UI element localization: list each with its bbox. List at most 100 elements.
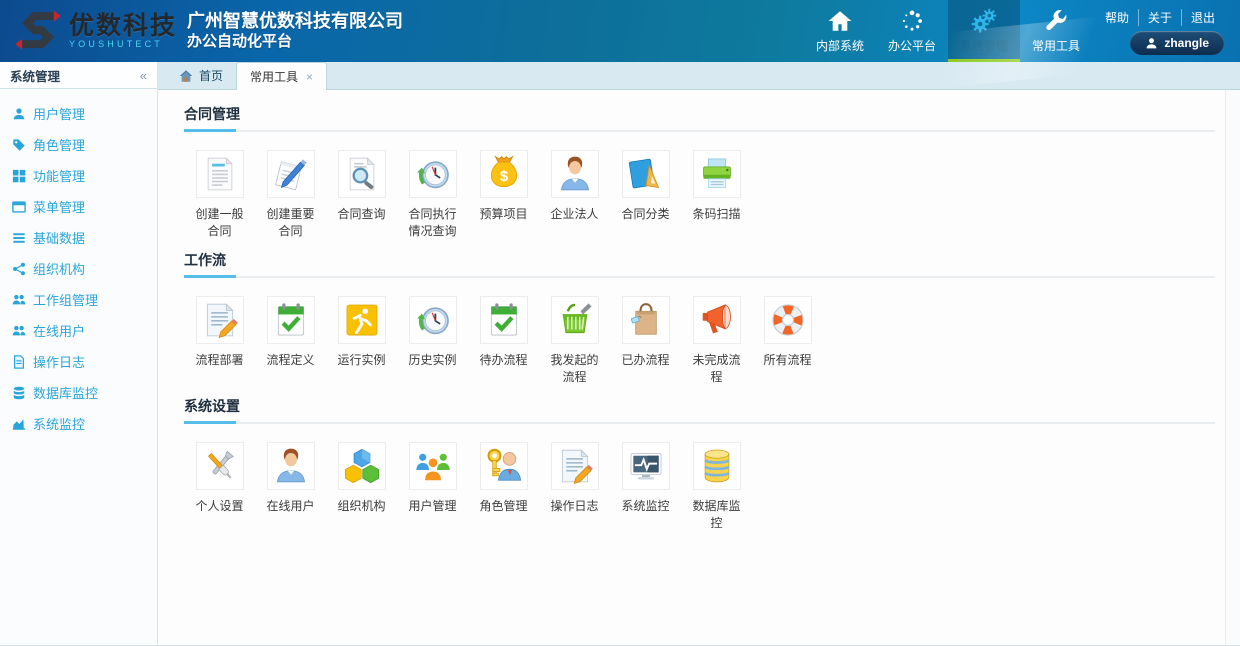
paper-bag-icon (622, 296, 670, 344)
document-icon (196, 150, 244, 198)
tile-label: 预算项目 (475, 206, 533, 240)
sidebar-item-label: 用户管理 (33, 104, 85, 123)
sidebar: 系统管理 « 用户管理角色管理功能管理菜单管理基础数据组织机构工作组管理在线用户… (0, 62, 158, 645)
dots-circle-icon (899, 8, 925, 34)
sidebar-item-organization[interactable]: 组织机构 (0, 253, 157, 284)
tab-home[interactable]: 首页 (166, 62, 236, 89)
tile-unfinished-process[interactable]: 未完成流程 (681, 296, 752, 386)
tile-history-instance[interactable]: 历史实例 (397, 296, 468, 386)
tile-label: 未完成流程 (688, 352, 746, 386)
section-title: 合同管理 (184, 104, 240, 130)
sidebar-item-label: 在线用户 (33, 321, 85, 340)
tile-my-initiated-process[interactable]: 我发起的流程 (539, 296, 610, 386)
tile-running-instance[interactable]: 运行实例 (326, 296, 397, 386)
money-bag-icon: $ (480, 150, 528, 198)
tile-process-deploy[interactable]: 流程部署 (184, 296, 255, 386)
tile-label: 已办流程 (617, 352, 675, 386)
window-icon (12, 200, 26, 214)
tile-create-important-contract[interactable]: 创建重要合同 (255, 150, 326, 240)
sidebar-item-label: 角色管理 (33, 135, 85, 154)
nav-item-internal-system[interactable]: 内部系统 (804, 0, 876, 62)
tile-contract-execution-query[interactable]: 合同执行情况查询 (397, 150, 468, 240)
sidebar-item-system-monitor[interactable]: 系统监控 (0, 408, 157, 439)
sidebar-item-role-management[interactable]: 角色管理 (0, 129, 157, 160)
sidebar-item-user-management[interactable]: 用户管理 (0, 98, 157, 129)
tag-icon (12, 138, 26, 152)
tile-enterprise-legal-person[interactable]: 企业法人 (539, 150, 610, 240)
users-icon (12, 293, 26, 307)
sidebar-item-menu-management[interactable]: 菜单管理 (0, 191, 157, 222)
businessman-icon (267, 442, 315, 490)
sidebar-item-workgroup-management[interactable]: 工作组管理 (0, 284, 157, 315)
cubes-icon (338, 442, 386, 490)
company-title: 广州智慧优数科技有限公司 办公自动化平台 (187, 10, 403, 52)
about-link[interactable]: 关于 (1138, 9, 1181, 26)
tile-label: 条码扫描 (688, 206, 746, 240)
sidebar-item-label: 系统监控 (33, 414, 85, 433)
tile-barcode-scan[interactable]: 条码扫描 (681, 150, 752, 240)
tile-done-process[interactable]: 已办流程 (610, 296, 681, 386)
nav-item-office-platform[interactable]: 办公平台 (876, 0, 948, 62)
tile-online-users[interactable]: 在线用户 (255, 442, 326, 532)
section-workflow: 工作流流程部署流程定义运行实例历史实例待办流程我发起的流程已办流程未完成流程所有… (184, 250, 1215, 386)
tile-user-management[interactable]: 用户管理 (397, 442, 468, 532)
sidebar-item-base-data[interactable]: 基础数据 (0, 222, 157, 253)
sidebar-header: 系统管理 « (0, 62, 157, 89)
tile-label: 流程部署 (191, 352, 249, 386)
tile-system-monitor[interactable]: 系统监控 (610, 442, 681, 532)
notepad-pen-icon (267, 150, 315, 198)
logo-icon (16, 9, 60, 53)
tab-label: 常用工具 (250, 68, 298, 85)
tile-all-process[interactable]: 所有流程 (752, 296, 823, 386)
grid-icon (12, 169, 26, 183)
lifebuoy-icon (764, 296, 812, 344)
nav-item-system-management[interactable]: 系统管理 (948, 0, 1020, 62)
calendar-check-icon (480, 296, 528, 344)
sidebar-item-database-monitor[interactable]: 数据库监控 (0, 377, 157, 408)
tile-label: 系统监控 (617, 498, 675, 532)
tile-label: 企业法人 (546, 206, 604, 240)
logout-link[interactable]: 退出 (1181, 9, 1224, 26)
tile-label: 合同分类 (617, 206, 675, 240)
company-name: 广州智慧优数科技有限公司 (187, 10, 403, 32)
people-group-icon (409, 442, 457, 490)
nav-item-label: 常用工具 (1032, 37, 1080, 54)
tile-personal-settings[interactable]: 个人设置 (184, 442, 255, 532)
tile-contract-category[interactable]: 合同分类 (610, 150, 681, 240)
tile-budget-project[interactable]: $ 预算项目 (468, 150, 539, 240)
tile-label: 流程定义 (262, 352, 320, 386)
svg-text:$: $ (499, 168, 508, 185)
sidebar-item-function-management[interactable]: 功能管理 (0, 160, 157, 191)
tile-process-definition[interactable]: 流程定义 (255, 296, 326, 386)
monitor-pulse-icon (622, 442, 670, 490)
logo-text: 优数科技 YOUSHUTECT (69, 13, 177, 49)
tile-organization[interactable]: 组织机构 (326, 442, 397, 532)
tile-label: 操作日志 (546, 498, 604, 532)
tile-role-management[interactable]: 角色管理 (468, 442, 539, 532)
nav-item-label: 办公平台 (888, 37, 936, 54)
nav-item-common-tools[interactable]: 常用工具 (1020, 0, 1092, 62)
database-icon (12, 386, 26, 400)
help-link[interactable]: 帮助 (1096, 9, 1138, 26)
tile-grid: 个人设置在线用户组织机构用户管理角色管理操作日志系统监控数据库监控 (184, 424, 1215, 532)
tab-common-tools[interactable]: 常用工具 × (236, 62, 327, 90)
content-panel: 合同管理创建一般合同创建重要合同合同查询合同执行情况查询 $ 预算项目企业法人合同分… (158, 90, 1226, 645)
logo: 优数科技 YOUSHUTECT (0, 9, 177, 53)
platform-name: 办公自动化平台 (187, 32, 403, 52)
tile-database-monitor[interactable]: 数据库监控 (681, 442, 752, 532)
tile-label: 组织机构 (333, 498, 391, 532)
tile-todo-process[interactable]: 待办流程 (468, 296, 539, 386)
close-icon[interactable]: × (306, 71, 313, 83)
sidebar-item-operation-log[interactable]: 操作日志 (0, 346, 157, 377)
key-user-icon (480, 442, 528, 490)
sidebar-collapse-button[interactable]: « (140, 68, 147, 83)
tile-create-general-contract[interactable]: 创建一般合同 (184, 150, 255, 240)
tile-operation-log[interactable]: 操作日志 (539, 442, 610, 532)
document-search-icon (338, 150, 386, 198)
app-body: 系统管理 « 用户管理角色管理功能管理菜单管理基础数据组织机构工作组管理在线用户… (0, 62, 1240, 646)
user-menu-button[interactable]: zhangle (1130, 31, 1224, 55)
sidebar-item-online-users[interactable]: 在线用户 (0, 315, 157, 346)
gears-icon (971, 8, 997, 34)
ruler-square-icon (622, 150, 670, 198)
tile-contract-query[interactable]: 合同查询 (326, 150, 397, 240)
